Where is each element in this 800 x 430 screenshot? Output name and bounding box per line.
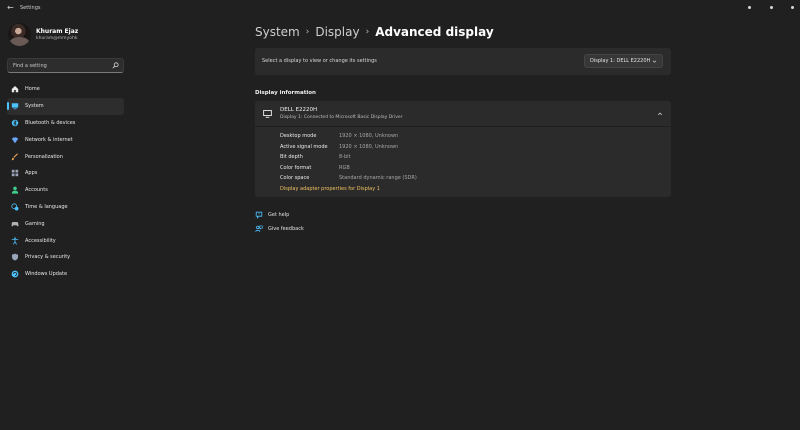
minimize-icon <box>747 5 751 9</box>
sidebar-item-apps[interactable]: Apps <box>7 165 124 182</box>
sidebar-item-label: Bluetooth & devices <box>25 119 76 126</box>
chevron-up-icon[interactable] <box>657 111 663 117</box>
minimize-button[interactable] <box>742 1 756 13</box>
display-info-label: Bit depth <box>280 154 303 160</box>
accessibility-icon <box>11 236 19 245</box>
profile-email: khuram@mmyohk <box>36 36 78 41</box>
sidebar-item-label: Network & internet <box>25 136 73 143</box>
app-title: Settings <box>20 5 41 11</box>
sidebar-item-label: Time & language <box>25 203 68 210</box>
display-info-row: Desktop mode 1920 × 1080, Unknown <box>280 132 660 143</box>
sidebar-item-label: Personalization <box>25 153 63 160</box>
system-icon <box>11 102 19 110</box>
network-icon <box>11 136 19 144</box>
display-info-value: RGB <box>339 164 350 171</box>
display-adapter-properties-link[interactable]: Display adapter properties for Display 1 <box>280 186 380 192</box>
search-input[interactable]: Find a setting <box>7 58 124 73</box>
sidebar-item-label: Windows Update <box>25 271 68 278</box>
breadcrumb-system[interactable]: System <box>255 25 300 39</box>
display-info-label: Active signal mode <box>280 143 328 150</box>
sidebar-item-time-language[interactable]: Time & language <box>7 199 124 216</box>
display-info-label: Color format <box>280 164 312 171</box>
display-information-header[interactable]: DELL E2220H Display 1: Connected to Micr… <box>255 101 671 127</box>
display-info-rows: Desktop mode 1920 × 1080, Unknown Active s… <box>280 132 660 185</box>
monitor-connection-status: Display 1: Connected to Microsoft Basic … <box>280 115 403 120</box>
sidebar-nav: Home System Bluetooth & devices Network & i… <box>7 81 124 283</box>
sidebar-item-system[interactable]: System <box>7 97 124 115</box>
accounts-icon <box>11 186 19 194</box>
section-title-display-information: Display information <box>255 90 316 96</box>
user-profile[interactable]: Khuram Ejaz khuram@mmyohk <box>8 23 128 47</box>
display-dropdown[interactable]: Display 1: DELL E2220H <box>584 54 663 68</box>
breadcrumb-separator: › <box>365 27 370 37</box>
sidebar-item-accessibility[interactable]: Accessibility <box>7 232 124 249</box>
sidebar-item-home[interactable]: Home <box>7 81 124 98</box>
brush-icon <box>11 152 19 161</box>
sidebar-item-privacy-security[interactable]: Privacy & security <box>7 249 124 266</box>
sidebar-item-label: System <box>25 103 44 110</box>
sidebar-item-label: Accounts <box>25 187 48 194</box>
sidebar-item-gaming[interactable]: Gaming <box>7 215 124 232</box>
display-info-row: Color format RGB <box>280 164 660 175</box>
title-bar: ← Settings <box>0 0 800 18</box>
back-arrow-icon[interactable]: ← <box>7 3 14 12</box>
bluetooth-icon <box>11 119 19 127</box>
display-information-card: DELL E2220H Display 1: Connected to Micr… <box>255 101 671 197</box>
sidebar-item-accounts[interactable]: Accounts <box>7 182 124 199</box>
close-icon <box>790 5 794 9</box>
update-icon <box>11 270 19 278</box>
sidebar-item-label: Accessibility <box>25 237 56 244</box>
display-select-card: Select a display to view or change its s… <box>255 48 671 75</box>
help-icon: ? <box>255 211 263 219</box>
display-info-value: 8-bit <box>339 154 351 160</box>
get-help-label: Get help <box>268 212 290 218</box>
close-button[interactable] <box>785 1 799 13</box>
display-info-row: Active signal mode 1920 × 1080, Unknown <box>280 143 660 154</box>
display-info-label: Desktop mode <box>280 133 317 139</box>
display-dropdown-value: Display 1: DELL E2220H <box>590 58 651 64</box>
chevron-down-icon <box>652 60 657 63</box>
sidebar-item-windows-update[interactable]: Windows Update <box>7 266 124 283</box>
monitor-icon <box>263 110 272 118</box>
give-feedback-label: Give feedback <box>268 226 304 232</box>
search-icon <box>112 62 119 69</box>
display-info-value: 1920 × 1080, Unknown <box>339 133 399 139</box>
page-title: Advanced display <box>375 25 494 39</box>
sidebar-item-network-internet[interactable]: Network & internet <box>7 131 124 148</box>
display-info-value: Standard dynamic range (SDR) <box>339 175 417 181</box>
give-feedback-link[interactable]: Give feedback <box>255 224 304 234</box>
gamepad-icon <box>11 220 19 228</box>
monitor-name: DELL E2220H <box>280 107 318 113</box>
apps-icon <box>11 169 19 177</box>
sidebar-item-label: Home <box>25 86 40 93</box>
home-icon <box>11 85 19 93</box>
display-info-label: Color space <box>280 175 310 181</box>
display-select-prompt: Select a display to view or change its s… <box>262 58 377 64</box>
maximize-button[interactable] <box>764 1 778 13</box>
avatar <box>8 23 31 46</box>
breadcrumb: System › Display › Advanced display <box>255 24 494 40</box>
get-help-link[interactable]: ? Get help <box>255 210 289 220</box>
breadcrumb-display[interactable]: Display <box>315 25 359 39</box>
globe-clock-icon <box>11 203 19 211</box>
display-info-row: Bit depth 8-bit <box>280 153 660 164</box>
maximize-icon <box>769 5 773 9</box>
feedback-icon <box>255 225 263 233</box>
search-placeholder: Find a setting <box>13 63 47 69</box>
sidebar-item-label: Gaming <box>25 220 45 227</box>
svg-text:?: ? <box>258 212 260 216</box>
shield-icon <box>11 253 19 261</box>
sidebar-item-label: Privacy & security <box>25 254 71 261</box>
sidebar-item-personalization[interactable]: Personalization <box>7 148 124 165</box>
display-info-value: 1920 × 1080, Unknown <box>339 143 399 150</box>
sidebar-item-label: Apps <box>25 170 38 177</box>
profile-name: Khuram Ejaz <box>36 28 79 35</box>
breadcrumb-separator: › <box>305 27 310 37</box>
display-info-row: Color space Standard dynamic range (SDR) <box>280 174 660 185</box>
sidebar-item-bluetooth-devices[interactable]: Bluetooth & devices <box>7 115 124 132</box>
